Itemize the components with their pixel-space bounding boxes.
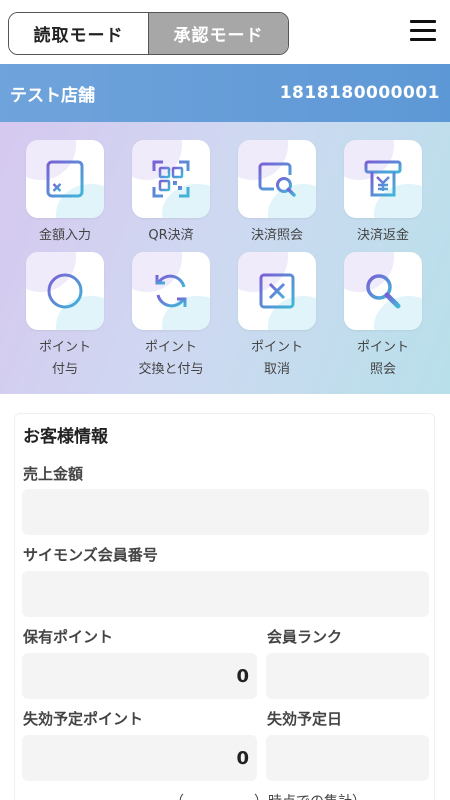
aggregation-footnote: （ ）時点での集計） xyxy=(170,791,366,800)
point-exchange-label-line1: ポイント xyxy=(144,340,197,355)
plus-circle-icon xyxy=(47,273,83,309)
payment-search-icon xyxy=(258,162,296,197)
payment-refund-tile[interactable] xyxy=(344,140,422,218)
payment-refund-button[interactable]: 決済返金 xyxy=(344,140,422,247)
hamburger-menu-icon[interactable] xyxy=(410,20,436,42)
point-grant-label-line2: 付与 xyxy=(51,362,78,377)
qr-payment-tile[interactable] xyxy=(132,140,210,218)
point-inquiry-label-line1: ポイント xyxy=(356,340,409,355)
point-grant-label: ポイント 付与 xyxy=(26,337,104,381)
member-number-field[interactable] xyxy=(22,571,429,617)
sales-amount-field[interactable] xyxy=(22,489,429,535)
calculator-icon xyxy=(46,160,84,198)
point-exchange-button[interactable]: ポイント 交換と付与 xyxy=(132,252,210,381)
point-cancel-tile[interactable] xyxy=(238,252,316,330)
action-grid: 金額入力 QR決済 決済照会 決済返金 ポイント 付与 ポイント 交換と付与 ポ… xyxy=(0,122,450,394)
member-rank-field[interactable] xyxy=(266,653,429,699)
amount-input-tile[interactable] xyxy=(26,140,104,218)
payment-inquiry-button[interactable]: 決済照会 xyxy=(238,140,316,247)
amount-input-label: 金額入力 xyxy=(38,228,91,243)
top-bar: 読取モード 承認モード xyxy=(0,0,450,64)
refund-icon xyxy=(364,160,402,197)
member-number-label: サイモンズ会員番号 xyxy=(23,546,158,564)
expiring-points-label: 失効予定ポイント xyxy=(23,710,144,728)
point-inquiry-button[interactable]: ポイント 照会 xyxy=(344,252,422,381)
expiring-points-field[interactable]: 0 xyxy=(22,735,257,781)
read-mode-button[interactable]: 読取モード xyxy=(9,13,149,54)
expiry-date-field[interactable] xyxy=(266,735,429,781)
magnifier-icon xyxy=(366,274,401,309)
point-grant-tile[interactable] xyxy=(26,252,104,330)
point-exchange-label-line2: 交換と付与 xyxy=(138,362,204,377)
expiry-date-label: 失効予定日 xyxy=(267,710,343,728)
point-grant-button[interactable]: ポイント 付与 xyxy=(26,252,104,381)
point-cancel-label-line1: ポイント xyxy=(250,340,303,355)
point-cancel-button[interactable]: ポイント 取消 xyxy=(238,252,316,381)
customer-info-card: お客様情報 売上金額 サイモンズ会員番号 保有ポイント 0 会員ランク 失効予定… xyxy=(14,413,435,800)
payment-inquiry-label: 決済照会 xyxy=(250,228,303,243)
qr-payment-label: QR決済 xyxy=(148,228,194,243)
point-exchange-label: ポイント 交換と付与 xyxy=(132,337,210,381)
approve-mode-button[interactable]: 承認モード xyxy=(149,13,288,54)
point-cancel-label-line2: 取消 xyxy=(263,362,290,377)
point-inquiry-tile[interactable] xyxy=(344,252,422,330)
held-points-label: 保有ポイント xyxy=(23,628,114,646)
store-id: 1818180000001 xyxy=(279,83,440,103)
cancel-x-icon xyxy=(259,273,295,309)
point-inquiry-label: ポイント 照会 xyxy=(344,337,422,381)
amount-input-button[interactable]: 金額入力 xyxy=(26,140,104,247)
store-bar: テスト店舗 1818180000001 xyxy=(0,64,450,122)
point-grant-label-line1: ポイント xyxy=(38,340,91,355)
sales-amount-label: 売上金額 xyxy=(23,465,84,483)
exchange-icon xyxy=(155,274,187,308)
payment-refund-label: 決済返金 xyxy=(356,228,409,243)
point-exchange-tile[interactable] xyxy=(132,252,210,330)
held-points-field[interactable]: 0 xyxy=(22,653,257,699)
payment-inquiry-tile[interactable] xyxy=(238,140,316,218)
point-inquiry-label-line2: 照会 xyxy=(369,362,396,377)
customer-info-title: お客様情報 xyxy=(23,427,108,447)
mode-toggle: 読取モード 承認モード xyxy=(8,12,289,55)
qr-code-icon xyxy=(152,160,190,198)
qr-payment-button[interactable]: QR決済 xyxy=(132,140,210,247)
member-rank-label: 会員ランク xyxy=(267,628,343,646)
point-cancel-label: ポイント 取消 xyxy=(238,337,316,381)
store-name: テスト店舗 xyxy=(10,85,95,106)
